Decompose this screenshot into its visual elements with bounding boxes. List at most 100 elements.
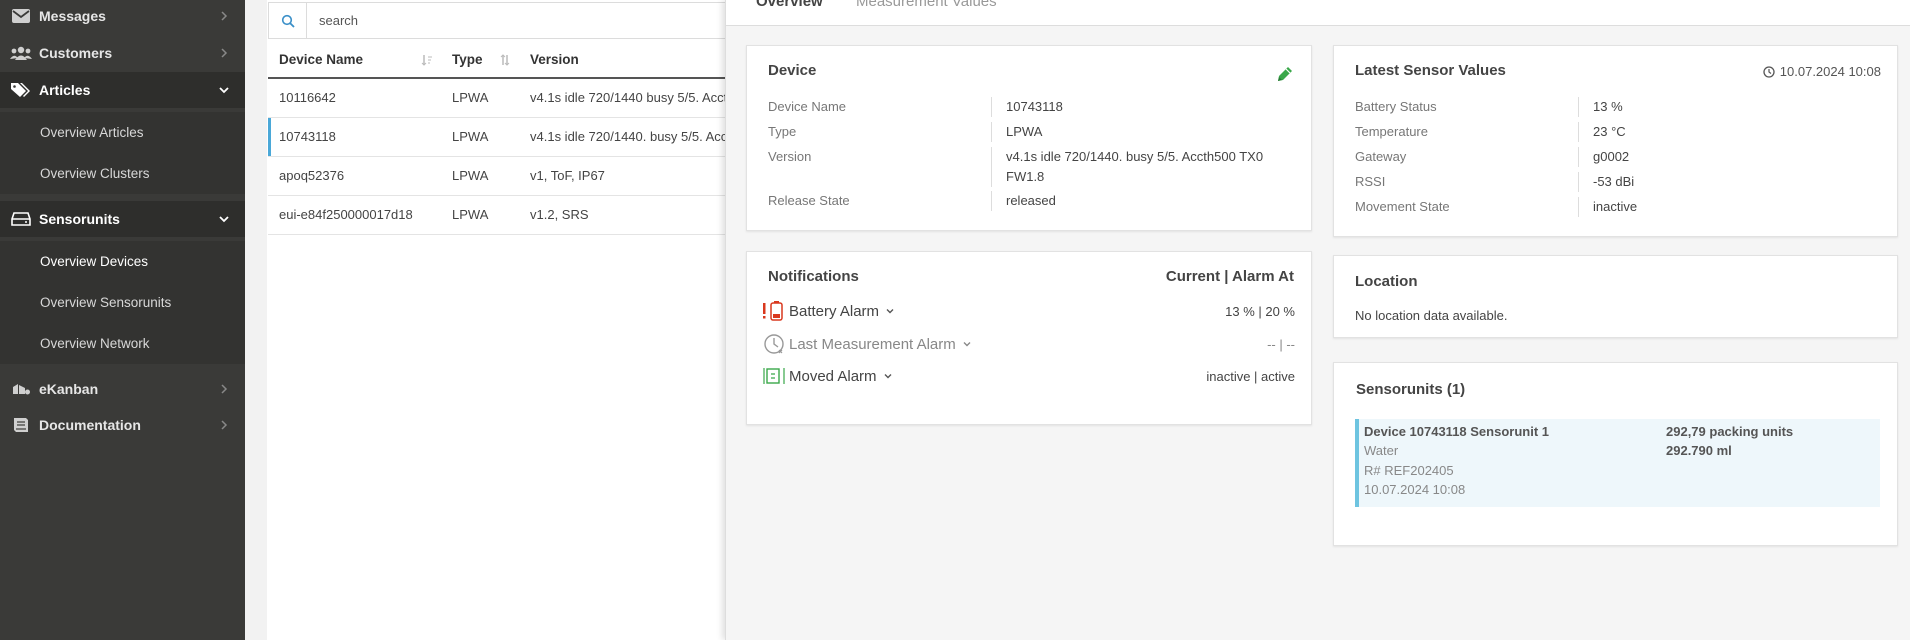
chevron-right-icon (221, 48, 228, 58)
card-title: Latest Sensor Values (1355, 62, 1506, 79)
sensor-value-row: Movement State inactive (1355, 197, 1879, 217)
edit-pencil-icon[interactable] (1275, 64, 1295, 84)
sensorunit-ref: R# REF202405 (1364, 463, 1454, 478)
sort-icon (421, 55, 432, 66)
device-detail-panel: Overview Measurement Values Device Devic… (725, 0, 1910, 640)
location-card: Location No location data available. (1333, 255, 1898, 338)
moved-alarm-icon (763, 365, 789, 387)
chevron-down-icon (219, 216, 229, 223)
sidebar-item-articles[interactable]: Articles (0, 72, 245, 108)
sidebar-item-label: eKanban (39, 381, 99, 397)
cell-type: LPWA (441, 117, 519, 157)
list-gutter (245, 0, 267, 640)
sidebar-subitem-overview-clusters[interactable]: Overview Clusters (0, 153, 245, 194)
search-bar (268, 2, 728, 39)
sidebar-item-ekanban[interactable]: eKanban (0, 371, 245, 407)
sidebar-subitem-overview-articles[interactable]: Overview Articles (0, 112, 245, 153)
device-field-row: Release State released (768, 191, 1293, 211)
sensorunit-time: 10.07.2024 10:08 (1364, 482, 1466, 497)
tags-icon (10, 82, 32, 98)
search-input[interactable] (307, 4, 607, 37)
cell-version: v4.1s idle 720/1440. busy 5/5. Accth500 … (519, 117, 728, 157)
cell-version: v1, ToF, IP67 (519, 156, 728, 196)
chevron-down-icon (219, 87, 229, 94)
sensorunit-quantity-ml: 292.790 ml (1666, 443, 1732, 458)
kanban-icon (10, 382, 32, 396)
sidebar-item-label: Sensorunits (39, 211, 120, 227)
sensorunits-card: Sensorunits (1) Device 10743118 Sensorun… (1333, 362, 1898, 546)
tab-overview[interactable]: Overview (756, 0, 823, 10)
column-header-version[interactable]: Version (519, 42, 728, 79)
sidebar-subitem-overview-sensorunits[interactable]: Overview Sensorunits (0, 282, 245, 323)
chevron-right-icon (221, 384, 228, 394)
sensor-value-row: RSSI -53 dBi (1355, 172, 1879, 192)
notifications-card: Notifications Current | Alarm At Battery… (746, 251, 1312, 425)
sensor-value-row: Temperature 23 °C (1355, 122, 1879, 142)
sensorunit-medium: Water (1364, 443, 1399, 458)
chevron-right-icon (221, 420, 228, 430)
table-row[interactable]: 10116642 LPWA v4.1s idle 720/1440 busy 5… (268, 78, 728, 118)
card-title: Location (1355, 273, 1418, 290)
sidebar: Messages Customers Articles Overview Art… (0, 0, 245, 640)
table-header-row: Device Name Type Version (268, 42, 728, 79)
card-title: Device (768, 62, 817, 79)
cell-version: v1.2, SRS (519, 195, 728, 235)
sidebar-item-sensorunits[interactable]: Sensorunits (0, 201, 245, 237)
notifications-header-right: Current | Alarm At (1165, 268, 1294, 285)
column-header-device-name[interactable]: Device Name (268, 42, 441, 79)
search-button[interactable] (269, 3, 307, 38)
cell-device-name: 10743118 (268, 117, 441, 157)
device-field-row: Device Name 10743118 (768, 97, 1293, 117)
table-row[interactable]: eui-e84f250000017d18 LPWA v1.2, SRS (268, 195, 728, 235)
sensor-value-row: Battery Status 13 % (1355, 97, 1879, 117)
column-header-type[interactable]: Type (441, 42, 519, 79)
cell-device-name: apoq52376 (268, 156, 441, 196)
notification-last-measurement-alarm: Last Measurement Alarm -- | -- (763, 332, 1295, 356)
sidebar-subitem-overview-network[interactable]: Overview Network (0, 323, 245, 364)
hdd-icon (10, 212, 32, 226)
sensorunit-list-item[interactable]: Device 10743118 Sensorunit 1 Water R# RE… (1355, 419, 1880, 507)
envelope-icon (10, 9, 32, 23)
sidebar-subitem-overview-devices[interactable]: Overview Devices (0, 241, 245, 282)
device-field-row: Type LPWA (768, 122, 1293, 142)
sensor-value-row: Gateway g0002 (1355, 147, 1879, 167)
cell-type: LPWA (441, 78, 519, 118)
device-card: Device Device Name 10743118 Type LPWA Vers… (746, 45, 1312, 231)
sidebar-item-label: Messages (39, 8, 106, 24)
card-title: Sensorunits (1) (1356, 381, 1466, 398)
sort-icon (500, 54, 510, 66)
table-row-selected[interactable]: 10743118 LPWA v4.1s idle 720/1440. busy … (268, 117, 728, 157)
cell-device-name: eui-e84f250000017d18 (268, 195, 441, 235)
search-icon (281, 14, 295, 28)
book-icon (10, 417, 32, 433)
cell-device-name: 10116642 (268, 78, 441, 118)
cell-type: LPWA (441, 195, 519, 235)
chevron-right-icon (221, 11, 228, 21)
chevron-down-icon[interactable] (883, 371, 893, 381)
card-title: Notifications (768, 268, 859, 285)
clock-icon (1763, 65, 1775, 78)
notification-battery-alarm: Battery Alarm 13 % | 20 % (763, 299, 1295, 323)
sidebar-item-customers[interactable]: Customers (0, 35, 245, 71)
notification-moved-alarm: Moved Alarm inactive | active (763, 364, 1295, 388)
sidebar-item-documentation[interactable]: Documentation (0, 407, 245, 443)
sensorunit-quantity-units: 292,79 packing units (1666, 424, 1794, 439)
table-row[interactable]: apoq52376 LPWA v1, ToF, IP67 (268, 156, 728, 196)
sidebar-item-label: Documentation (39, 417, 141, 433)
chevron-down-icon[interactable] (885, 306, 895, 316)
devices-table: Device Name Type Version 10116642 LPWA v… (268, 42, 728, 235)
sensorunit-name: Device 10743118 Sensorunit 1 (1364, 424, 1550, 439)
device-field-row: Version v4.1s idle 720/1440. busy 5/5. Ac… (768, 147, 1293, 187)
sidebar-item-messages[interactable]: Messages (0, 0, 245, 34)
detail-tabs: Overview Measurement Values (726, 0, 1910, 26)
cell-type: LPWA (441, 156, 519, 196)
sidebar-item-label: Customers (39, 45, 113, 61)
clock-alarm-icon (763, 333, 789, 355)
latest-timestamp: 10.07.2024 10:08 (1763, 64, 1881, 79)
latest-sensor-values-card: Latest Sensor Values 10.07.2024 10:08 Ba… (1333, 45, 1898, 237)
sidebar-item-label: Articles (39, 82, 91, 98)
location-text: No location data available. (1355, 308, 1508, 323)
tab-measurement-values[interactable]: Measurement Values (856, 0, 997, 10)
battery-alarm-icon (763, 300, 789, 322)
chevron-down-icon[interactable] (962, 339, 972, 349)
